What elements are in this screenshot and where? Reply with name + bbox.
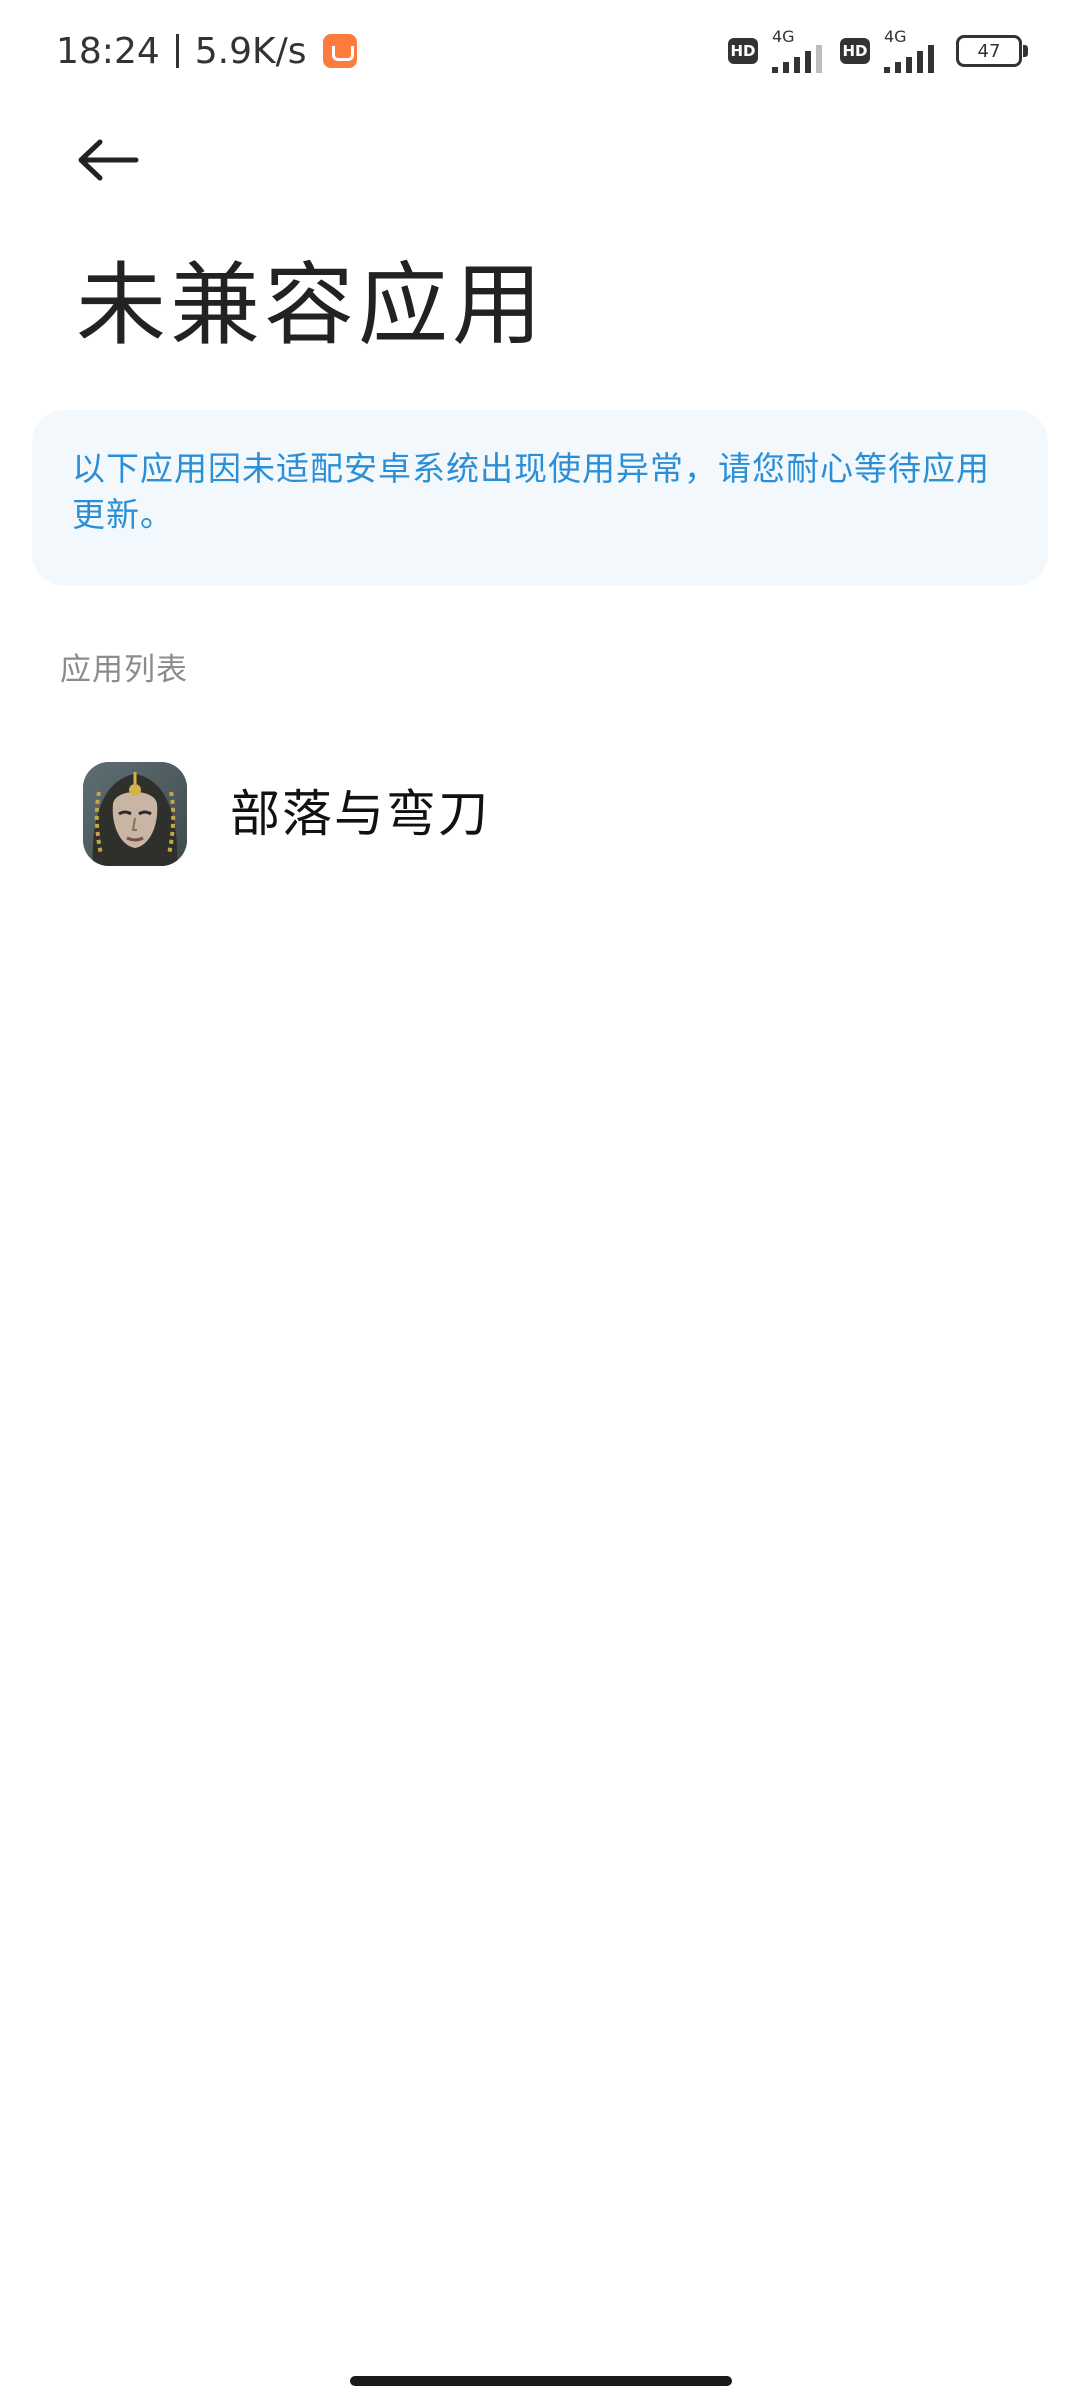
app-icon bbox=[83, 762, 187, 866]
back-button[interactable] bbox=[66, 126, 150, 194]
notice-card: 以下应用因未适配安卓系统出现使用异常，请您耐心等待应用更新。 bbox=[32, 410, 1048, 586]
app-name: 部落与弯刀 bbox=[230, 785, 490, 843]
network-speed: 5.9K/s bbox=[194, 30, 307, 72]
network-type-sim2: 4G bbox=[884, 27, 907, 46]
arrow-left-icon bbox=[78, 139, 139, 181]
tribes-and-scimitars-app-icon bbox=[83, 762, 187, 866]
hd-badge-sim1: HD bbox=[728, 38, 758, 64]
status-time: 18:24 bbox=[56, 30, 160, 72]
status-bar: 18:24 5.9K/s HD 4G HD 4G 47 bbox=[0, 0, 1080, 100]
signal-sim2: 4G bbox=[884, 27, 938, 73]
notice-text: 以下应用因未适配安卓系统出现使用异常，请您耐心等待应用更新。 bbox=[72, 449, 990, 534]
app-store-icon bbox=[322, 34, 357, 68]
status-separator bbox=[175, 34, 179, 68]
signal-bars-icon bbox=[884, 45, 934, 73]
home-indicator[interactable] bbox=[350, 2376, 732, 2386]
list-item[interactable]: 部落与弯刀 bbox=[0, 730, 1080, 900]
status-right: HD 4G HD 4G 47 bbox=[728, 27, 1028, 74]
status-left: 18:24 5.9K/s bbox=[56, 26, 357, 76]
network-type-sim1: 4G bbox=[772, 27, 795, 46]
signal-sim1: 4G bbox=[772, 27, 826, 73]
section-label: 应用列表 bbox=[60, 652, 188, 688]
page-title: 未兼容应用 bbox=[76, 253, 546, 358]
battery-icon: 47 bbox=[956, 35, 1028, 67]
battery-level: 47 bbox=[977, 40, 1001, 62]
hd-badge-sim2: HD bbox=[840, 38, 870, 64]
signal-bars-icon bbox=[772, 45, 822, 73]
